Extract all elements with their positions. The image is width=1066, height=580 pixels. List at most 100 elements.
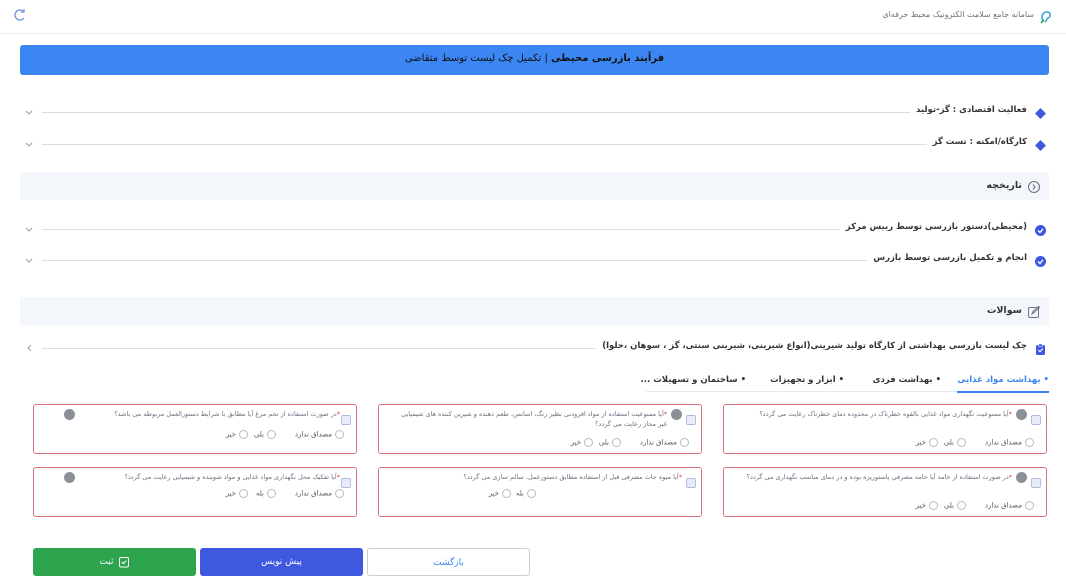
radio-no[interactable]: خیر [489, 489, 511, 498]
chevron-left-icon[interactable] [22, 340, 36, 354]
question-number-icon [686, 473, 696, 488]
chevron-down-icon[interactable] [22, 104, 36, 118]
back-label: بازگشت [433, 558, 464, 568]
option-label: خیر [225, 430, 236, 439]
tab-tools-equipment[interactable]: • ابزار و تجهیزات [770, 375, 844, 393]
option-label: مصداق ندارد [294, 489, 332, 498]
history-item[interactable]: انجام و تکمیل بازرسی توسط بازرس [20, 251, 1049, 269]
radio-no[interactable]: خیر [226, 489, 248, 498]
radio-no[interactable]: خیر [226, 430, 248, 439]
draft-button[interactable]: پیش نویس [200, 548, 363, 576]
draft-label: پیش نویس [261, 557, 302, 567]
radio-not-applicable[interactable]: مصداق ندارد [295, 489, 344, 498]
question-card: *آیا تفکیک محل نگهداری مواد غذایی و مواد… [33, 467, 357, 517]
question-card: *در صورت استفاده از تخم مرغ آیا مطابق با… [33, 404, 357, 454]
radio-yes[interactable]: بله [256, 489, 276, 498]
option-label: بله [255, 489, 264, 498]
option-label: بلی [598, 438, 609, 447]
accordion-economic-activity[interactable]: فعالیت اقتصادی : گز-تولید [20, 103, 1049, 121]
submit-button[interactable]: ثبت [33, 548, 196, 576]
history-item[interactable]: (محیطی)دستور بازرسی توسط رییس مرکز [20, 220, 1049, 238]
radio-circle[interactable] [929, 438, 938, 447]
option-label: خیر [225, 489, 236, 498]
radio-circle[interactable] [267, 430, 276, 439]
option-label: مصداق ندارد [984, 501, 1022, 510]
radio-circle[interactable] [1025, 438, 1034, 447]
radio-circle[interactable] [239, 430, 248, 439]
accordion-workplace[interactable]: کارگاه/امکنه : تست گز [20, 135, 1049, 153]
option-label: خیر [488, 489, 499, 498]
divider [42, 144, 1027, 145]
chevron-down-icon[interactable] [22, 136, 36, 150]
radio-no[interactable]: خیر [916, 438, 938, 447]
radio-circle[interactable] [680, 438, 689, 447]
question-text: *آیا میوه جات مصرفی قبل از استفاده مطابق… [463, 473, 682, 481]
tab-food-hygiene[interactable]: • بهداشت مواد غذایی [957, 375, 1049, 393]
app-title: سامانه جامع سلامت الکترونیک محیط حرفه‌ای [882, 10, 1034, 19]
question-text-content: آیا ممنوعیت استفاده از مواد افزودنی نظیر… [401, 410, 667, 428]
radio-circle[interactable] [527, 489, 536, 498]
history-section-header[interactable]: تاریخچه [20, 172, 1049, 200]
option-label: بله [515, 489, 524, 498]
questions-title: سوالات [986, 305, 1022, 316]
radio-yes[interactable]: بله [516, 489, 536, 498]
radio-yes[interactable]: بلی [599, 438, 621, 447]
option-label: مصداق ندارد [984, 438, 1022, 447]
questions-section-header[interactable]: سوالات [20, 297, 1049, 325]
radio-circle[interactable] [502, 489, 511, 498]
check-circle-icon [1034, 253, 1047, 267]
clipboard-icon [1034, 341, 1047, 355]
info-icon[interactable] [1016, 409, 1027, 420]
diamond-bullet-icon [1034, 137, 1047, 151]
chevron-down-icon[interactable] [22, 221, 36, 235]
radio-no[interactable]: خیر [571, 438, 593, 447]
option-label: بلی [253, 430, 264, 439]
radio-circle[interactable] [612, 438, 621, 447]
checklist-accordion[interactable]: چک لیست بازرسی بهداشتی از کارگاه تولید ش… [20, 339, 1049, 357]
banner-separator: | [541, 53, 552, 64]
banner-process-label: فرآیند بازرسی محیطی [551, 53, 665, 64]
question-card: *آیا ممنوعیت استفاده از مواد افزودنی نظی… [378, 404, 702, 454]
radio-circle[interactable] [957, 501, 966, 510]
radio-not-applicable[interactable]: مصداق ندارد [295, 430, 344, 439]
diamond-bullet-icon [1034, 105, 1047, 119]
info-icon[interactable] [64, 472, 75, 483]
radio-circle[interactable] [335, 489, 344, 498]
info-icon[interactable] [671, 409, 682, 420]
tab-building-facilities[interactable]: • ساختمان و تسهیلات ... [641, 375, 746, 393]
question-card: *آیا میوه جات مصرفی قبل از استفاده مطابق… [378, 467, 702, 517]
info-icon[interactable] [64, 409, 75, 420]
question-text-content: آیا تفکیک محل نگهداری مواد غذایی و مواد … [124, 473, 337, 481]
chevron-down-icon[interactable] [22, 252, 36, 266]
option-label: بلی [943, 438, 954, 447]
workplace-label: کارگاه/امکنه : تست گز [926, 137, 1027, 147]
radio-yes[interactable]: بلی [254, 430, 276, 439]
radio-not-applicable[interactable]: مصداق ندارد [985, 501, 1034, 510]
radio-circle[interactable] [929, 501, 938, 510]
back-button[interactable]: بازگشت [367, 548, 530, 576]
radio-circle[interactable] [335, 430, 344, 439]
check-circle-icon [1034, 222, 1047, 236]
refresh-icon[interactable] [12, 7, 28, 23]
radio-circle[interactable] [267, 489, 276, 498]
question-number-icon [686, 410, 696, 425]
question-text-content: در صورت استفاده از خامه آیا خامه مصرفی پ… [746, 473, 1009, 481]
question-number-icon [1031, 410, 1041, 425]
checklist-title: چک لیست بازرسی بهداشتی از کارگاه تولید ش… [596, 341, 1027, 351]
radio-not-applicable[interactable]: مصداق ندارد [985, 438, 1034, 447]
radio-circle[interactable] [584, 438, 593, 447]
question-number-icon [1031, 473, 1041, 488]
radio-circle[interactable] [1025, 501, 1034, 510]
radio-circle[interactable] [239, 489, 248, 498]
tab-personal-hygiene[interactable]: • بهداشت فردی [873, 375, 941, 393]
radio-yes[interactable]: بلی [944, 501, 966, 510]
clipboard-check-icon [118, 556, 129, 567]
radio-not-applicable[interactable]: مصداق ندارد [640, 438, 689, 447]
question-text: *آیا تفکیک محل نگهداری مواد غذایی و مواد… [124, 473, 340, 481]
info-icon[interactable] [1016, 472, 1027, 483]
radio-no[interactable]: خیر [916, 501, 938, 510]
radio-yes[interactable]: بلی [944, 438, 966, 447]
question-number-icon [341, 473, 351, 488]
radio-circle[interactable] [957, 438, 966, 447]
history-item-label: (محیطی)دستور بازرسی توسط رییس مرکز [839, 222, 1027, 232]
